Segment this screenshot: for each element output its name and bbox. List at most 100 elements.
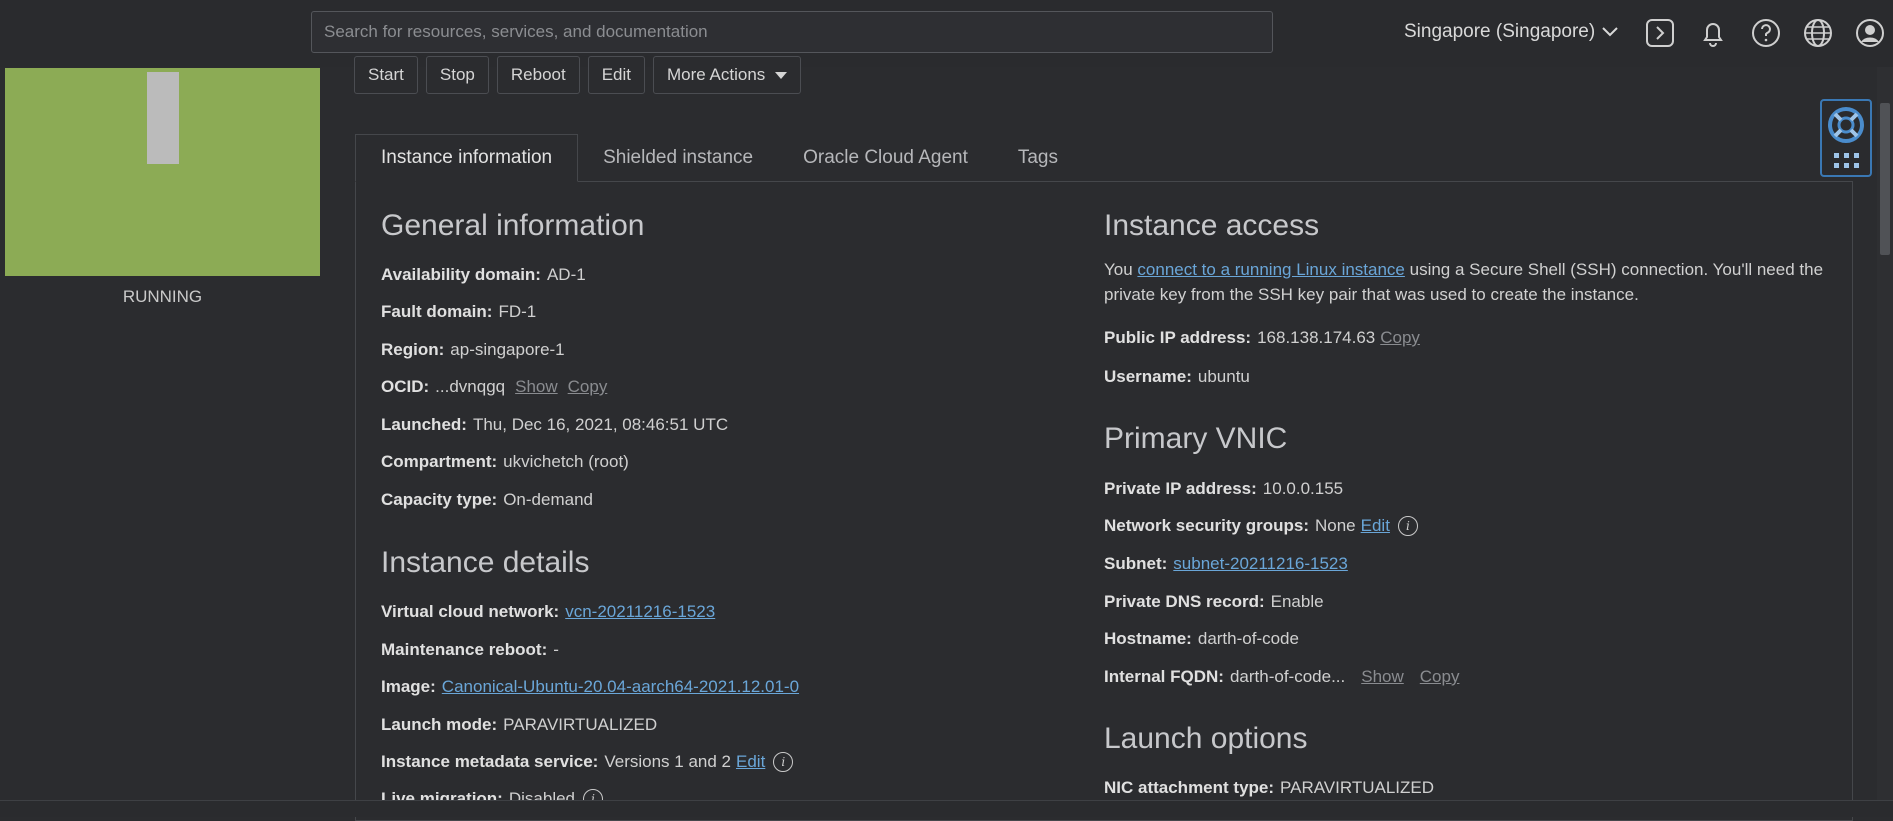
more-actions-label: More Actions: [667, 65, 766, 84]
image-link[interactable]: Canonical-Ubuntu-20.04-aarch64-2021.12.0…: [442, 677, 799, 697]
instance-status-bar: [147, 72, 179, 164]
reboot-button[interactable]: Reboot: [496, 56, 580, 94]
instance-status-label: RUNNING: [122, 287, 203, 306]
field-value: On-demand: [503, 490, 593, 509]
instance-access-heading: Instance access: [1104, 209, 1320, 242]
lifebuoy-icon: [1828, 107, 1864, 143]
field-label: Region:: [381, 340, 445, 359]
user-avatar-icon[interactable]: [1854, 17, 1886, 49]
username-row: Username: ubuntu: [1104, 367, 1250, 387]
field-label: OCID:: [381, 377, 430, 396]
subnet-link[interactable]: subnet-20211216-1523: [1173, 554, 1348, 574]
field-label: Instance metadata service:: [381, 752, 599, 771]
nsg-edit-link[interactable]: Edit: [1361, 516, 1390, 536]
field-label: Launch mode:: [381, 715, 498, 734]
field-value: Enable: [1270, 592, 1324, 611]
field-label: Private DNS record:: [1104, 592, 1265, 611]
field-label: Availability domain:: [381, 265, 541, 284]
field-value: ap-singapore-1: [450, 340, 565, 359]
field-label: Network security groups:: [1104, 516, 1309, 535]
region-selector[interactable]: Singapore (Singapore): [1404, 21, 1619, 43]
region-label: Singapore (Singapore): [1404, 21, 1596, 42]
tab-oracle-cloud-agent[interactable]: Oracle Cloud Agent: [778, 134, 993, 182]
general-information-heading: General information: [381, 209, 645, 242]
network-security-groups-row: Network security groups: None Edit i: [1104, 516, 1418, 536]
public-ip-copy-link[interactable]: Copy: [1380, 328, 1420, 348]
field-label: Internal FQDN:: [1104, 667, 1224, 686]
image-row: Image: Canonical-Ubuntu-20.04-aarch64-202…: [381, 677, 799, 697]
tab-tags[interactable]: Tags: [993, 134, 1083, 182]
metadata-edit-link[interactable]: Edit: [736, 752, 765, 772]
page-footer: [0, 800, 1893, 817]
field-value: darth-of-code...: [1229, 667, 1346, 686]
edit-button[interactable]: Edit: [587, 56, 646, 94]
fqdn-copy-link[interactable]: Copy: [1420, 667, 1460, 687]
field-value: -: [553, 640, 559, 659]
globe-icon[interactable]: [1802, 17, 1834, 49]
field-value: None: [1315, 516, 1356, 535]
fault-domain-row: Fault domain: FD-1: [381, 302, 536, 322]
field-value: FD-1: [498, 302, 537, 321]
more-actions-button[interactable]: More Actions: [653, 56, 802, 94]
connect-linux-instance-link[interactable]: connect to a running Linux instance: [1137, 260, 1404, 279]
field-value: ubuntu: [1197, 367, 1250, 386]
metadata-service-row: Instance metadata service: Versions 1 and…: [381, 752, 794, 772]
maintenance-reboot-row: Maintenance reboot: -: [381, 640, 559, 660]
private-ip-row: Private IP address: 10.0.0.155: [1104, 479, 1343, 499]
info-icon[interactable]: i: [773, 752, 794, 772]
field-label: Fault domain:: [381, 302, 493, 321]
launch-options-heading: Launch options: [1104, 722, 1308, 755]
top-navigation-bar: Search for resources, services, and docu…: [0, 0, 1893, 67]
ocid-copy-link[interactable]: Copy: [568, 377, 608, 397]
instance-status-image: [5, 68, 320, 276]
cloud-shell-icon[interactable]: [1644, 17, 1676, 49]
field-label: Hostname:: [1104, 629, 1192, 648]
instance-details-heading: Instance details: [381, 546, 590, 579]
field-value: PARAVIRTUALIZED: [503, 715, 658, 734]
field-value: AD-1: [546, 265, 586, 284]
region-row: Region: ap-singapore-1: [381, 340, 565, 360]
field-label: Public IP address:: [1104, 328, 1252, 347]
internal-fqdn-row: Internal FQDN: darth-of-code... Show Copy: [1104, 667, 1459, 687]
field-label: Virtual cloud network:: [381, 602, 560, 621]
launch-mode-row: Launch mode: PARAVIRTUALIZED: [381, 715, 657, 735]
field-label: Image:: [381, 677, 436, 696]
field-value: darth-of-code: [1197, 629, 1299, 648]
support-widget[interactable]: [1820, 99, 1872, 177]
launched-row: Launched: Thu, Dec 16, 2021, 08:46:51 UTC: [381, 415, 728, 435]
access-text-before: You: [1104, 260, 1138, 279]
field-value: ...dvnqgq: [435, 377, 506, 396]
hostname-row: Hostname: darth-of-code: [1104, 629, 1299, 649]
search-placeholder: Search for resources, services, and docu…: [324, 22, 708, 41]
field-value: ukvichetch (root): [503, 452, 629, 471]
tab-shielded-instance[interactable]: Shielded instance: [578, 134, 778, 182]
start-button[interactable]: Start: [354, 56, 418, 94]
fqdn-show-link[interactable]: Show: [1361, 667, 1404, 687]
ocid-show-link[interactable]: Show: [515, 377, 558, 397]
compartment-row: Compartment: ukvichetch (root): [381, 452, 629, 472]
field-label: Capacity type:: [381, 490, 498, 509]
tab-instance-information[interactable]: Instance information: [355, 134, 579, 182]
help-icon[interactable]: [1750, 17, 1782, 49]
field-label: Launched:: [381, 415, 467, 434]
nic-attachment-row: NIC attachment type: PARAVIRTUALIZED: [1104, 778, 1434, 798]
instance-tabs: Instance information Shielded instance O…: [355, 134, 1083, 182]
bell-icon[interactable]: [1697, 17, 1729, 49]
availability-domain-row: Availability domain: AD-1: [381, 265, 586, 285]
page-scrollbar-thumb[interactable]: [1880, 103, 1890, 255]
field-value: Versions 1 and 2: [604, 752, 731, 771]
field-label: Subnet:: [1104, 554, 1168, 573]
search-input[interactable]: Search for resources, services, and docu…: [311, 11, 1273, 53]
field-label: NIC attachment type:: [1104, 778, 1275, 797]
capacity-type-row: Capacity type: On-demand: [381, 490, 593, 510]
vcn-link[interactable]: vcn-20211216-1523: [565, 602, 715, 622]
oracle-cloud-logo[interactable]: [50, 20, 280, 44]
field-label: Compartment:: [381, 452, 498, 471]
primary-vnic-heading: Primary VNIC: [1104, 422, 1288, 455]
stop-button[interactable]: Stop: [425, 56, 489, 94]
field-value: Thu, Dec 16, 2021, 08:46:51 UTC: [472, 415, 729, 434]
action-toolbar: Start Stop Reboot Edit More Actions: [354, 56, 802, 94]
info-icon[interactable]: i: [1397, 516, 1418, 536]
subnet-row: Subnet: subnet-20211216-1523: [1104, 554, 1348, 574]
field-value: PARAVIRTUALIZED: [1280, 778, 1435, 797]
